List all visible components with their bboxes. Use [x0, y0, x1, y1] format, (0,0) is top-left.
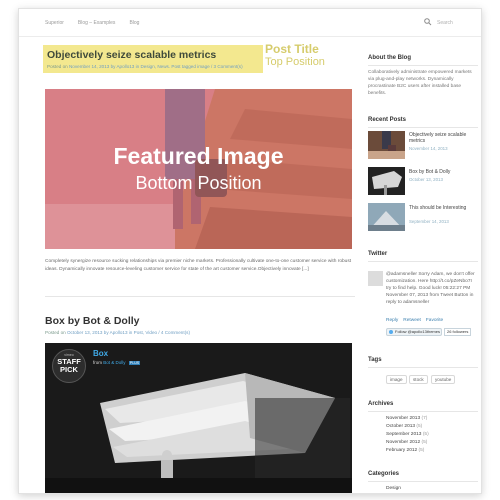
- about-text: Collaboratively administrate empowered m…: [368, 70, 472, 96]
- featured-image-position: Bottom Position: [135, 173, 262, 193]
- post-meta-prefix: Posted on: [45, 330, 66, 335]
- archive-item[interactable]: November 2012 (5): [386, 440, 427, 445]
- video-byline: from Bot & Dolly PLUS: [93, 360, 141, 365]
- followers-count: 26 followers: [444, 328, 472, 336]
- plus-badge: PLUS: [128, 361, 141, 365]
- recent-post-thumbnail[interactable]: [368, 131, 405, 159]
- archive-item[interactable]: February 2012 (5): [386, 448, 424, 453]
- breadcrumb-item-blog-examples[interactable]: Blog – Examples: [78, 20, 116, 26]
- recent-post-thumbnail[interactable]: [368, 167, 405, 195]
- tweet-reply-link[interactable]: Reply: [386, 318, 398, 323]
- tweet-text: @adamsneller Sorry Adam, we don't offer …: [386, 272, 475, 305]
- post-meta: Posted on November 14, 2013 by Apollo13 …: [47, 64, 243, 69]
- featured-image[interactable]: Featured Image Bottom Position: [45, 89, 352, 249]
- archive-count: (5): [422, 432, 429, 437]
- about-heading: About the Blog: [368, 55, 411, 61]
- archive-count: (7): [421, 416, 428, 421]
- tweet-favorite-link[interactable]: Favorite: [426, 318, 443, 323]
- archive-month: November 2012: [386, 440, 421, 445]
- twitter-avatar: [368, 271, 383, 286]
- staff-pick-text: STAFF PICK: [53, 358, 85, 374]
- featured-image-label: Featured Image: [113, 143, 284, 169]
- archive-month: February 2012: [386, 448, 418, 453]
- tweet-retweet-link[interactable]: Retweet: [403, 318, 421, 323]
- recent-post-title[interactable]: This should be Interesting: [409, 205, 477, 211]
- recent-post-title[interactable]: Box by Bot & Dolly: [409, 169, 477, 175]
- video-title[interactable]: Box: [93, 349, 108, 358]
- archive-count: (5): [418, 448, 425, 453]
- post-title[interactable]: Box by Bot & Dolly: [45, 315, 140, 327]
- archive-month: November 2013: [386, 416, 421, 421]
- recent-posts-heading: Recent Posts: [368, 117, 407, 123]
- archive-item[interactable]: November 2013 (7): [386, 416, 427, 421]
- archive-count: (5): [416, 424, 423, 429]
- sidebar-divider: [368, 367, 478, 368]
- recent-post-date: October 13, 2013: [409, 177, 443, 182]
- sidebar-divider: [368, 65, 478, 66]
- recent-post-title[interactable]: Objectively seize scalable metrics: [409, 132, 477, 145]
- post-meta: Posted on October 13, 2013 by Apollo13 i…: [45, 330, 190, 335]
- twitter-heading: Twitter: [368, 251, 388, 257]
- post-title[interactable]: Objectively seize scalable metrics: [47, 49, 216, 61]
- annotation-post-title: Post Title: [265, 42, 319, 56]
- post-excerpt: Completely synergize resource sucking re…: [45, 259, 352, 272]
- video-channel-link[interactable]: Bot & Dolly: [103, 360, 125, 365]
- archive-item[interactable]: September 2013 (5): [386, 432, 429, 437]
- archive-month: September 2013: [386, 432, 422, 437]
- search-input[interactable]: [437, 17, 477, 28]
- post-meta-prefix: Posted on: [47, 64, 68, 69]
- annotation-top-position: Top Position: [265, 56, 325, 68]
- search-icon[interactable]: [423, 17, 433, 27]
- archives-heading: Archives: [368, 401, 394, 407]
- follow-button[interactable]: Follow @apollo13themes: [386, 328, 442, 336]
- tweet-actions: Reply Retweet Favorite: [386, 318, 443, 323]
- post-meta-details[interactable]: October 13, 2013 by Apollo13 in Post, Vi…: [67, 330, 190, 335]
- tags-heading: Tags: [368, 357, 382, 363]
- sidebar-divider: [368, 261, 478, 262]
- tag-youtube[interactable]: youtube: [431, 375, 456, 384]
- breadcrumb-item-superior[interactable]: Superior: [45, 20, 64, 26]
- archive-item[interactable]: October 2013 (5): [386, 424, 422, 429]
- post-divider: [45, 296, 355, 297]
- video-from-label: from: [93, 360, 102, 365]
- sidebar-divider: [368, 127, 478, 128]
- tag-image[interactable]: image: [386, 375, 407, 384]
- archive-count: (5): [421, 440, 428, 445]
- twitter-bird-icon: [389, 330, 393, 334]
- archive-month: October 2013: [386, 424, 416, 429]
- recent-post-date: September 14, 2013: [409, 219, 449, 224]
- breadcrumb-item-blog[interactable]: Blog: [129, 20, 139, 26]
- top-bar: Superior Blog – Examples Blog: [19, 9, 481, 37]
- category-item[interactable]: Design: [386, 486, 401, 491]
- follow-label: Follow @apollo13themes: [395, 329, 440, 334]
- sidebar-divider: [368, 481, 478, 482]
- tag-stock[interactable]: stock: [409, 375, 428, 384]
- recent-post-date: November 14, 2013: [409, 146, 448, 151]
- categories-heading: Categories: [368, 471, 400, 477]
- breadcrumb: Superior Blog – Examples Blog: [45, 20, 139, 26]
- page-frame: Superior Blog – Examples Blog Objectivel…: [18, 8, 482, 494]
- sidebar-divider: [368, 411, 478, 412]
- video-player[interactable]: vimeo STAFF PICK Box from Bot & Dolly PL…: [45, 343, 352, 493]
- staff-pick-badge[interactable]: vimeo STAFF PICK: [52, 349, 86, 383]
- post-meta-details[interactable]: November 14, 2013 by Apollo13 in Design,…: [69, 64, 243, 69]
- recent-post-thumbnail[interactable]: [368, 203, 405, 231]
- video-frame: [45, 343, 352, 493]
- staff-pick-line2: PICK: [60, 365, 78, 374]
